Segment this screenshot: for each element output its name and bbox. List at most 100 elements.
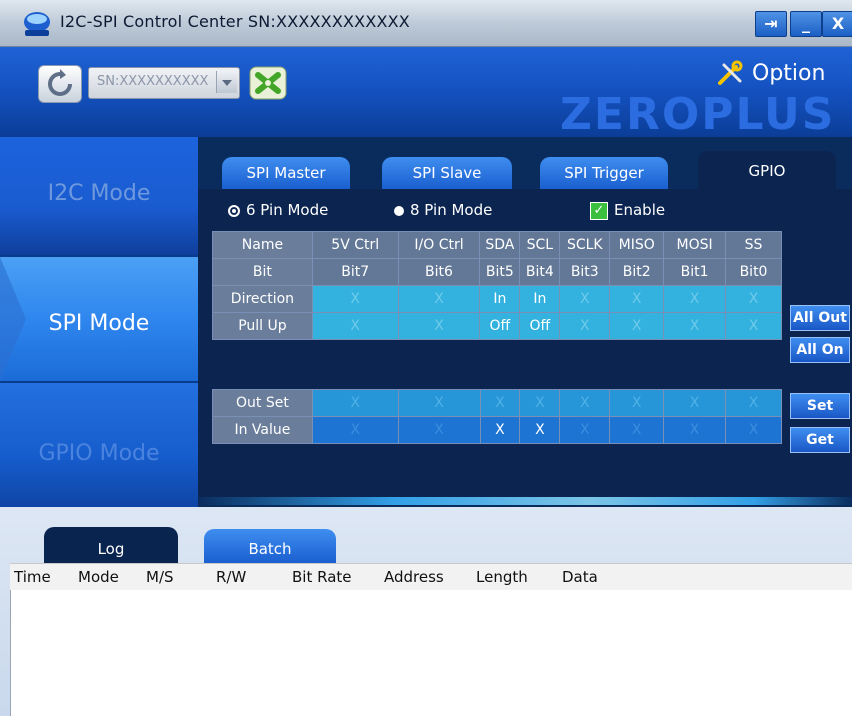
direction-cell[interactable]: In [519,285,561,313]
tab-spi-slave[interactable]: SPI Slave [382,157,512,189]
refresh-button[interactable] [38,65,82,103]
outset-cell[interactable]: X [663,389,727,417]
enable-label: Enable [614,201,666,219]
outset-cell[interactable]: X [725,389,782,417]
gpio-io-table: Out Set X X X X X X X X In Value X X X X… [212,389,782,444]
column-header-time[interactable]: Time [14,568,51,586]
mode-nav: I2C Mode SPI Mode GPIO Mode [0,137,198,507]
enable-checkbox[interactable]: ✓ Enable [590,201,665,225]
column-header-rw[interactable]: R/W [216,568,246,586]
get-button[interactable]: Get [790,427,850,453]
direction-cell[interactable]: X [311,285,399,313]
column-header-address[interactable]: Address [384,568,444,586]
gpio-config-table: Name 5V Ctrl I/O Ctrl SDA SCL SCLK MISO … [212,231,782,340]
tab-log[interactable]: Log [44,527,178,563]
all-out-button[interactable]: All Out [790,305,850,331]
table-cell: Bit2 [609,258,665,286]
table-row-bits: Bit Bit7 Bit6 Bit5 Bit4 Bit3 Bit2 Bit1 B… [212,258,782,286]
direction-cell[interactable]: X [725,285,782,313]
nav-item-gpio-mode[interactable]: GPIO Mode [0,383,198,507]
close-button[interactable]: X [822,11,852,37]
table-cell: SS [725,231,782,259]
brand-logo: ZEROPLUS [560,89,836,140]
outset-cell[interactable]: X [311,389,399,417]
pullup-cell[interactable]: Off [519,312,561,340]
table-cell: In Value [212,416,313,444]
tab-batch[interactable]: Batch [204,529,336,563]
disconnect-button[interactable] [248,65,288,101]
direction-cell[interactable]: X [559,285,611,313]
column-header-bit-rate[interactable]: Bit Rate [292,568,352,586]
table-cell: SDA [479,231,521,259]
radio-unselected-icon [394,205,404,216]
direction-cell[interactable]: X [663,285,727,313]
tab-spi-master[interactable]: SPI Master [222,157,350,189]
table-cell: Out Set [212,389,313,417]
pullup-cell[interactable]: Off [479,312,521,340]
table-row-invalue: In Value X X X X X X X X [212,416,782,444]
table-row-outset: Out Set X X X X X X X X [212,389,782,417]
chevron-down-icon[interactable] [216,71,237,93]
invalue-cell: X [311,416,399,444]
nav-item-label: I2C Mode [47,181,151,206]
pullup-cell[interactable]: X [559,312,611,340]
direction-cell[interactable]: X [609,285,665,313]
invalue-cell: X [397,416,481,444]
set-button[interactable]: Set [790,393,850,419]
table-cell: SCL [519,231,561,259]
outset-cell[interactable]: X [479,389,521,417]
table-cell: Bit3 [559,258,611,286]
invalue-cell: X [609,416,665,444]
table-cell: MISO [609,231,665,259]
log-area: Log Batch Time Mode M/S R/W Bit Rate Add… [0,507,852,716]
column-header-mode[interactable]: Mode [78,568,119,586]
header-bar: SN:XXXXXXXXXX Option ZEROPLUS [0,47,852,140]
pullup-cell[interactable]: X [311,312,399,340]
table-cell: Bit6 [397,258,481,286]
table-cell: I/O Ctrl [397,231,481,259]
pullup-cell[interactable]: X [663,312,727,340]
tab-gpio[interactable]: GPIO [698,151,836,189]
title-bar[interactable]: I2C-SPI Control Center SN:XXXXXXXXXXXX ⇥… [0,0,852,47]
log-list[interactable] [10,590,852,716]
nav-item-label: GPIO Mode [38,441,160,466]
radio-6-pin-label: 6 Pin Mode [246,201,329,219]
all-on-button[interactable]: All On [790,337,850,363]
serial-number-value: SN:XXXXXXXXXX [97,74,209,89]
radio-6-pin-mode[interactable]: 6 Pin Mode [228,201,328,225]
invalue-cell: X [663,416,727,444]
nav-item-label: SPI Mode [48,311,150,336]
option-tools-icon[interactable] [716,59,744,87]
disconnect-icon [249,66,287,100]
nav-item-i2c-mode[interactable]: I2C Mode [0,137,198,255]
option-label[interactable]: Option [752,61,825,86]
invalue-cell: X [479,416,521,444]
pullup-cell[interactable]: X [725,312,782,340]
outset-cell[interactable]: X [397,389,481,417]
table-cell: Bit4 [519,258,561,286]
column-header-ms[interactable]: M/S [146,568,174,586]
table-cell: Bit [212,258,313,286]
pullup-cell[interactable]: X [397,312,481,340]
table-cell: Bit7 [311,258,399,286]
invalue-cell: X [519,416,561,444]
refresh-icon [48,69,72,96]
table-cell: SCLK [559,231,611,259]
direction-cell[interactable]: In [479,285,521,313]
pin-button[interactable]: ⇥ [755,11,787,37]
outset-cell[interactable]: X [519,389,561,417]
outset-cell[interactable]: X [559,389,611,417]
nav-item-spi-mode[interactable]: SPI Mode [0,257,198,381]
column-header-length[interactable]: Length [476,568,528,586]
panel-glow-divider [198,497,852,505]
pullup-cell[interactable]: X [609,312,665,340]
tab-spi-trigger[interactable]: SPI Trigger [540,157,668,189]
radio-8-pin-mode[interactable]: 8 Pin Mode [394,201,492,225]
outset-cell[interactable]: X [609,389,665,417]
minimize-button[interactable]: _ [790,11,822,37]
serial-number-select[interactable]: SN:XXXXXXXXXX [88,67,240,99]
column-header-data[interactable]: Data [562,568,598,586]
spi-tabs: SPI Master SPI Slave SPI Trigger GPIO [198,151,852,189]
log-table-header: Time Mode M/S R/W Bit Rate Address Lengt… [10,563,852,591]
direction-cell[interactable]: X [397,285,481,313]
